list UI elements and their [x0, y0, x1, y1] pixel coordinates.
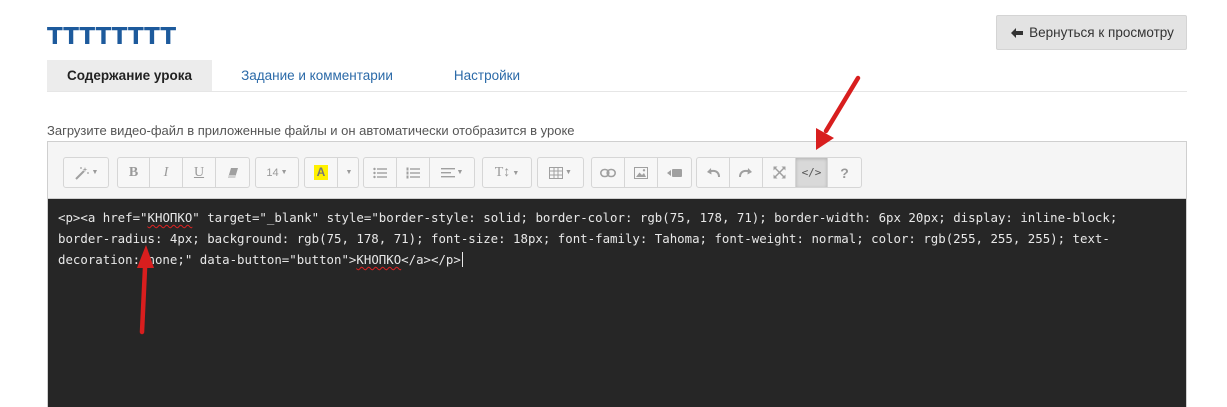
view-group: </> ?	[696, 157, 862, 188]
line-height-group: T↕ ▼	[482, 157, 532, 188]
arrow-left-icon	[1011, 27, 1024, 38]
magic-wand-icon	[74, 166, 89, 180]
tabs-bar: Содержание урока Задание и комментарии Н…	[47, 60, 1187, 92]
undo-button[interactable]	[697, 158, 730, 187]
paragraph-align-dropdown[interactable]: ▼	[430, 158, 474, 187]
page-title: ТТТТТТТТ	[47, 24, 177, 50]
image-icon	[634, 166, 648, 179]
bold-button[interactable]: B	[118, 158, 150, 187]
code-link-text: КНОПКО	[356, 252, 402, 267]
caret-down-icon: ▼	[345, 169, 353, 176]
table-dropdown[interactable]: ▼	[538, 158, 583, 187]
html-code-view[interactable]: <p><a href="КНОПКО" target="_blank" styl…	[48, 199, 1186, 407]
link-icon	[600, 168, 616, 177]
help-button[interactable]: ?	[828, 158, 861, 187]
clear-format-button[interactable]	[216, 158, 249, 187]
fullscreen-icon	[772, 166, 786, 179]
highlight-color-button[interactable]: A	[305, 158, 338, 187]
color-dropdown[interactable]: ▼	[338, 158, 358, 187]
font-size-dropdown[interactable]: 14 ▼	[256, 158, 298, 187]
redo-icon	[739, 168, 752, 178]
redo-button[interactable]	[730, 158, 763, 187]
bullet-list-button[interactable]	[364, 158, 397, 187]
italic-button[interactable]: I	[150, 158, 183, 187]
eraser-icon	[227, 167, 238, 178]
undo-icon	[707, 168, 720, 178]
underline-button[interactable]: U	[183, 158, 216, 187]
numbered-list-button[interactable]	[397, 158, 430, 187]
bullet-list-icon	[373, 167, 387, 178]
font-size-group: 14 ▼	[255, 157, 299, 188]
upload-hint: Загрузите видео-файл в приложенные файлы…	[47, 123, 575, 138]
caret-down-icon: ▼	[512, 168, 520, 177]
table-group: ▼	[537, 157, 584, 188]
numbered-list-icon	[406, 167, 420, 178]
tab-settings[interactable]: Настройки	[437, 60, 537, 91]
code-segment: " target="_blank" style="border-style: s…	[58, 210, 1118, 267]
caret-down-icon: ▼	[565, 169, 572, 176]
table-icon	[549, 166, 564, 179]
text-height-icon: T↕	[494, 164, 511, 180]
code-segment: <p><a href="	[58, 210, 148, 225]
insert-link-button[interactable]	[592, 158, 625, 187]
back-button-label: Вернуться к просмотру	[1029, 25, 1174, 40]
magic-style-dropdown[interactable]: ▼	[64, 158, 108, 187]
line-height-dropdown[interactable]: T↕ ▼	[483, 158, 531, 187]
font-style-group: B I U	[117, 157, 250, 188]
insert-video-button[interactable]	[658, 158, 691, 187]
video-icon	[667, 168, 682, 177]
caret-down-icon: ▼	[280, 169, 288, 176]
insert-group	[591, 157, 692, 188]
font-size-value: 14	[266, 166, 279, 179]
rich-text-editor: ▼ B I U 14 ▼ A ▼ ▼ T↕ ▼ ▼ </> ? <p><a hr…	[47, 141, 1187, 407]
color-group: A ▼	[304, 157, 359, 188]
back-to-view-button[interactable]: Вернуться к просмотру	[996, 15, 1187, 50]
tab-task-comments[interactable]: Задание и комментарии	[232, 60, 402, 91]
fullscreen-button[interactable]	[763, 158, 796, 187]
caret-down-icon: ▼	[91, 169, 99, 176]
align-left-icon	[440, 167, 455, 177]
insert-image-button[interactable]	[625, 158, 658, 187]
highlight-a-icon: A	[314, 165, 328, 180]
style-group: ▼	[63, 157, 109, 188]
caret-down-icon: ▼	[456, 169, 464, 176]
code-segment: </a></p>	[401, 252, 461, 267]
editor-toolbar: ▼ B I U 14 ▼ A ▼ ▼ T↕ ▼ ▼ </> ?	[48, 142, 1186, 199]
text-cursor	[461, 252, 463, 267]
code-view-button[interactable]: </>	[796, 158, 828, 187]
tab-lesson-content[interactable]: Содержание урока	[47, 60, 212, 91]
list-group: ▼	[363, 157, 475, 188]
code-href-value: КНОПКО	[147, 210, 193, 225]
